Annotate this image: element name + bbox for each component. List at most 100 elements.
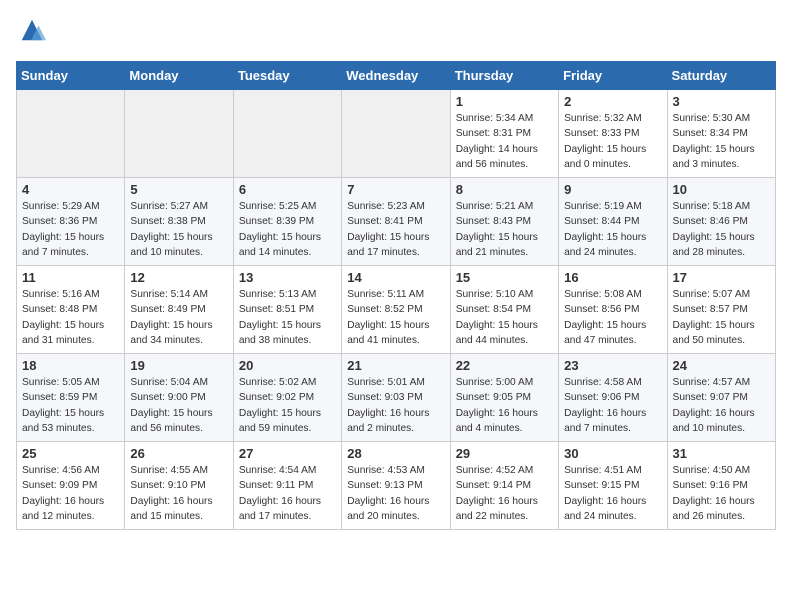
day-number: 15 xyxy=(456,270,553,285)
day-number: 31 xyxy=(673,446,770,461)
calendar-week-row: 11 Sunrise: 5:16 AM Sunset: 8:48 PM Dayli… xyxy=(17,266,776,354)
day-info: Sunrise: 4:57 AM Sunset: 9:07 PM Dayligh… xyxy=(673,375,770,436)
day-number: 17 xyxy=(673,270,770,285)
day-info: Sunrise: 5:30 AM Sunset: 8:34 PM Dayligh… xyxy=(673,111,770,172)
day-info: Sunrise: 4:54 AM Sunset: 9:11 PM Dayligh… xyxy=(239,463,336,524)
day-number: 25 xyxy=(22,446,119,461)
day-number: 27 xyxy=(239,446,336,461)
calendar-cell: 5 Sunrise: 5:27 AM Sunset: 8:38 PM Daylig… xyxy=(125,178,233,266)
day-number: 13 xyxy=(239,270,336,285)
calendar-cell: 16 Sunrise: 5:08 AM Sunset: 8:56 PM Dayli… xyxy=(559,266,667,354)
calendar-cell xyxy=(125,90,233,178)
day-number: 19 xyxy=(130,358,227,373)
calendar-cell xyxy=(17,90,125,178)
day-info: Sunrise: 5:27 AM Sunset: 8:38 PM Dayligh… xyxy=(130,199,227,260)
logo xyxy=(16,16,46,49)
day-info: Sunrise: 5:07 AM Sunset: 8:57 PM Dayligh… xyxy=(673,287,770,348)
calendar-cell: 18Sunrise: 5:05 AM Sunset: 8:59 PM Dayli… xyxy=(17,354,125,442)
calendar-cell: 15 Sunrise: 5:10 AM Sunset: 8:54 PM Dayli… xyxy=(450,266,558,354)
day-of-week-header: Saturday xyxy=(667,62,775,90)
day-number: 11 xyxy=(22,270,119,285)
calendar-cell: 12 Sunrise: 5:14 AM Sunset: 8:49 PM Dayli… xyxy=(125,266,233,354)
calendar-cell: 13Sunrise: 5:13 AM Sunset: 8:51 PM Dayli… xyxy=(233,266,341,354)
calendar-cell: 28 Sunrise: 4:53 AM Sunset: 9:13 PM Dayli… xyxy=(342,442,450,530)
day-number: 26 xyxy=(130,446,227,461)
day-number: 14 xyxy=(347,270,444,285)
day-number: 1 xyxy=(456,94,553,109)
calendar-cell: 30 Sunrise: 4:51 AM Sunset: 9:15 PM Dayli… xyxy=(559,442,667,530)
day-number: 12 xyxy=(130,270,227,285)
calendar-week-row: 25Sunrise: 4:56 AM Sunset: 9:09 PM Dayli… xyxy=(17,442,776,530)
day-info: Sunrise: 5:05 AM Sunset: 8:59 PM Dayligh… xyxy=(22,375,119,436)
day-number: 8 xyxy=(456,182,553,197)
calendar-table: SundayMondayTuesdayWednesdayThursdayFrid… xyxy=(16,61,776,530)
calendar-cell: 29Sunrise: 4:52 AM Sunset: 9:14 PM Dayli… xyxy=(450,442,558,530)
day-info: Sunrise: 5:18 AM Sunset: 8:46 PM Dayligh… xyxy=(673,199,770,260)
day-number: 5 xyxy=(130,182,227,197)
calendar-cell: 3 Sunrise: 5:30 AM Sunset: 8:34 PM Daylig… xyxy=(667,90,775,178)
day-info: Sunrise: 5:16 AM Sunset: 8:48 PM Dayligh… xyxy=(22,287,119,348)
day-info: Sunrise: 5:23 AM Sunset: 8:41 PM Dayligh… xyxy=(347,199,444,260)
day-of-week-header: Sunday xyxy=(17,62,125,90)
calendar-week-row: 4 Sunrise: 5:29 AM Sunset: 8:36 PM Daylig… xyxy=(17,178,776,266)
day-of-week-header: Monday xyxy=(125,62,233,90)
calendar-cell: 22 Sunrise: 5:00 AM Sunset: 9:05 PM Dayli… xyxy=(450,354,558,442)
logo-icon xyxy=(18,16,46,44)
day-number: 20 xyxy=(239,358,336,373)
calendar-cell: 24 Sunrise: 4:57 AM Sunset: 9:07 PM Dayli… xyxy=(667,354,775,442)
calendar-cell: 9Sunrise: 5:19 AM Sunset: 8:44 PM Daylig… xyxy=(559,178,667,266)
calendar-cell: 17 Sunrise: 5:07 AM Sunset: 8:57 PM Dayli… xyxy=(667,266,775,354)
calendar-cell: 27 Sunrise: 4:54 AM Sunset: 9:11 PM Dayli… xyxy=(233,442,341,530)
day-number: 24 xyxy=(673,358,770,373)
calendar-cell: 23 Sunrise: 4:58 AM Sunset: 9:06 PM Dayli… xyxy=(559,354,667,442)
day-of-week-header: Thursday xyxy=(450,62,558,90)
day-of-week-header: Friday xyxy=(559,62,667,90)
day-number: 3 xyxy=(673,94,770,109)
calendar-cell: 7 Sunrise: 5:23 AM Sunset: 8:41 PM Daylig… xyxy=(342,178,450,266)
calendar-cell: 8Sunrise: 5:21 AM Sunset: 8:43 PM Daylig… xyxy=(450,178,558,266)
day-number: 21 xyxy=(347,358,444,373)
day-info: Sunrise: 5:01 AM Sunset: 9:03 PM Dayligh… xyxy=(347,375,444,436)
day-info: Sunrise: 5:25 AM Sunset: 8:39 PM Dayligh… xyxy=(239,199,336,260)
calendar-cell xyxy=(233,90,341,178)
day-info: Sunrise: 4:55 AM Sunset: 9:10 PM Dayligh… xyxy=(130,463,227,524)
day-info: Sunrise: 4:51 AM Sunset: 9:15 PM Dayligh… xyxy=(564,463,661,524)
calendar-cell: 11 Sunrise: 5:16 AM Sunset: 8:48 PM Dayli… xyxy=(17,266,125,354)
calendar-header-row: SundayMondayTuesdayWednesdayThursdayFrid… xyxy=(17,62,776,90)
calendar-week-row: 18Sunrise: 5:05 AM Sunset: 8:59 PM Dayli… xyxy=(17,354,776,442)
day-info: Sunrise: 5:14 AM Sunset: 8:49 PM Dayligh… xyxy=(130,287,227,348)
page-header xyxy=(16,16,776,49)
day-of-week-header: Wednesday xyxy=(342,62,450,90)
calendar-cell: 20 Sunrise: 5:02 AM Sunset: 9:02 PM Dayli… xyxy=(233,354,341,442)
day-number: 16 xyxy=(564,270,661,285)
day-number: 22 xyxy=(456,358,553,373)
day-info: Sunrise: 5:04 AM Sunset: 9:00 PM Dayligh… xyxy=(130,375,227,436)
day-info: Sunrise: 5:08 AM Sunset: 8:56 PM Dayligh… xyxy=(564,287,661,348)
day-number: 10 xyxy=(673,182,770,197)
day-info: Sunrise: 4:52 AM Sunset: 9:14 PM Dayligh… xyxy=(456,463,553,524)
day-number: 9 xyxy=(564,182,661,197)
day-number: 2 xyxy=(564,94,661,109)
calendar-cell: 4 Sunrise: 5:29 AM Sunset: 8:36 PM Daylig… xyxy=(17,178,125,266)
day-info: Sunrise: 5:32 AM Sunset: 8:33 PM Dayligh… xyxy=(564,111,661,172)
day-info: Sunrise: 4:53 AM Sunset: 9:13 PM Dayligh… xyxy=(347,463,444,524)
calendar-cell: 19 Sunrise: 5:04 AM Sunset: 9:00 PM Dayli… xyxy=(125,354,233,442)
day-info: Sunrise: 5:00 AM Sunset: 9:05 PM Dayligh… xyxy=(456,375,553,436)
day-info: Sunrise: 5:02 AM Sunset: 9:02 PM Dayligh… xyxy=(239,375,336,436)
calendar-cell: 2 Sunrise: 5:32 AM Sunset: 8:33 PM Daylig… xyxy=(559,90,667,178)
day-info: Sunrise: 4:58 AM Sunset: 9:06 PM Dayligh… xyxy=(564,375,661,436)
calendar-cell: 1 Sunrise: 5:34 AM Sunset: 8:31 PM Daylig… xyxy=(450,90,558,178)
day-number: 30 xyxy=(564,446,661,461)
day-number: 4 xyxy=(22,182,119,197)
calendar-cell: 25Sunrise: 4:56 AM Sunset: 9:09 PM Dayli… xyxy=(17,442,125,530)
day-info: Sunrise: 5:29 AM Sunset: 8:36 PM Dayligh… xyxy=(22,199,119,260)
day-info: Sunrise: 5:34 AM Sunset: 8:31 PM Dayligh… xyxy=(456,111,553,172)
day-number: 7 xyxy=(347,182,444,197)
day-info: Sunrise: 4:50 AM Sunset: 9:16 PM Dayligh… xyxy=(673,463,770,524)
day-number: 28 xyxy=(347,446,444,461)
calendar-cell: 10 Sunrise: 5:18 AM Sunset: 8:46 PM Dayli… xyxy=(667,178,775,266)
day-number: 23 xyxy=(564,358,661,373)
calendar-cell xyxy=(342,90,450,178)
calendar-week-row: 1 Sunrise: 5:34 AM Sunset: 8:31 PM Daylig… xyxy=(17,90,776,178)
day-info: Sunrise: 5:10 AM Sunset: 8:54 PM Dayligh… xyxy=(456,287,553,348)
